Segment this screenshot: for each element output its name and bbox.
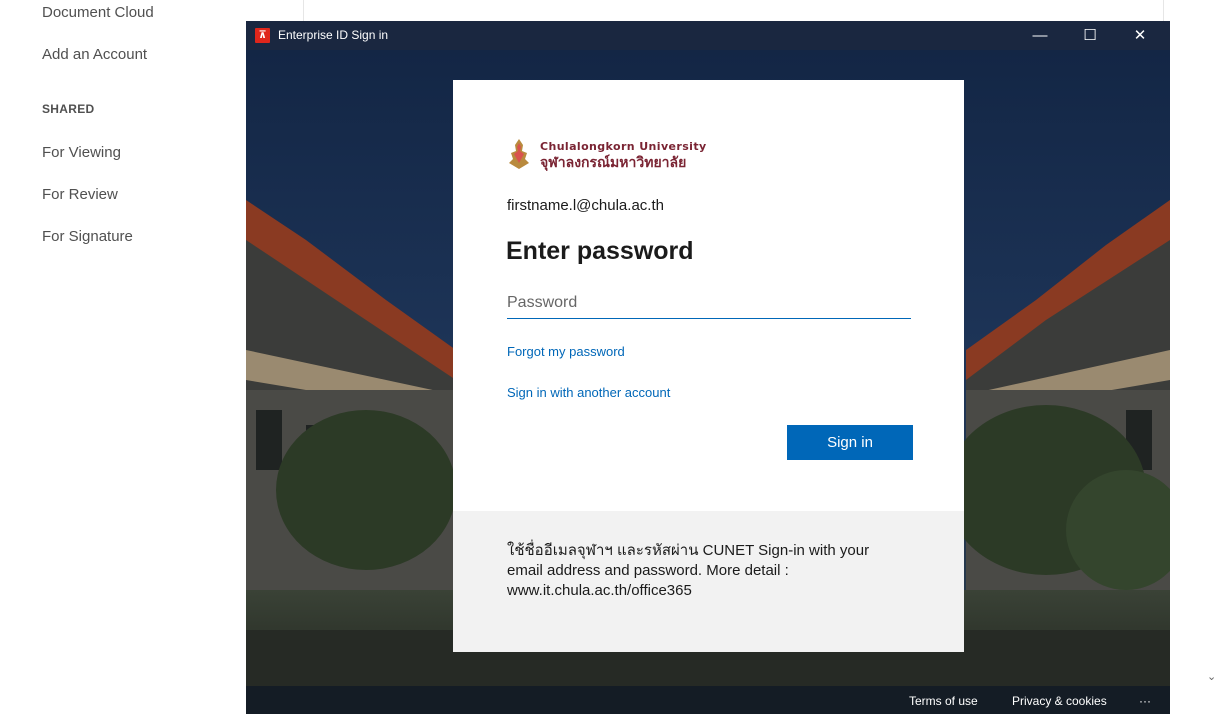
university-logo: Chulalongkorn University จุฬาลงกรณ์มหาวิ…	[507, 137, 727, 173]
forgot-password-link[interactable]: Forgot my password	[507, 344, 625, 359]
sidebar-item-for-viewing[interactable]: For Viewing	[42, 144, 121, 161]
footer-description: ใช้ชื่ออีเมลจุฬาฯ และรหัสผ่าน CUNET Sign…	[507, 542, 870, 599]
adobe-icon: ⊼	[255, 28, 270, 43]
sidebar-item-for-signature[interactable]: For Signature	[42, 228, 133, 245]
sign-in-another-account-link[interactable]: Sign in with another account	[507, 385, 670, 400]
logo-text-th: จุฬาลงกรณ์มหาวิทยาลัย	[540, 155, 687, 171]
bottom-bar: Terms of use Privacy & cookies ···	[246, 688, 1170, 714]
sidebar-item-document-cloud[interactable]: Document Cloud	[42, 4, 154, 21]
maximize-button[interactable]: ☐	[1067, 21, 1113, 50]
sidebar-item-for-review[interactable]: For Review	[42, 186, 118, 203]
page-title: Enter password	[506, 237, 694, 265]
account-email: firstname.l@chula.ac.th	[507, 197, 664, 214]
close-button[interactable]: ✕	[1117, 21, 1163, 50]
window-title: Enterprise ID Sign in	[278, 28, 389, 42]
sidebar-heading-shared: SHARED	[42, 102, 95, 116]
chevron-down-icon[interactable]: ⌄	[1207, 670, 1216, 683]
sign-in-button[interactable]: Sign in	[787, 425, 913, 460]
password-input[interactable]	[507, 288, 911, 319]
sidebar: Document Cloud Add an Account SHARED For…	[0, 0, 246, 714]
card-footer: ใช้ชื่ออีเมลจุฬาฯ และรหัสผ่าน CUNET Sign…	[453, 511, 964, 652]
terms-of-use-link[interactable]: Terms of use	[909, 694, 978, 708]
sidebar-item-add-account[interactable]: Add an Account	[42, 46, 147, 63]
scrollbar[interactable]	[1200, 0, 1226, 714]
sign-in-card: Chulalongkorn University จุฬาลงกรณ์มหาวิ…	[453, 80, 964, 652]
more-options-button[interactable]: ···	[1139, 694, 1151, 708]
window-titlebar[interactable]: ⊼ Enterprise ID Sign in — ☐ ✕	[246, 21, 1170, 50]
privacy-cookies-link[interactable]: Privacy & cookies	[1012, 694, 1107, 708]
minimize-button[interactable]: —	[1017, 21, 1063, 50]
university-crest-icon	[509, 139, 529, 169]
sign-in-window: ⊼ Enterprise ID Sign in — ☐ ✕ Chulalongk…	[246, 21, 1170, 714]
